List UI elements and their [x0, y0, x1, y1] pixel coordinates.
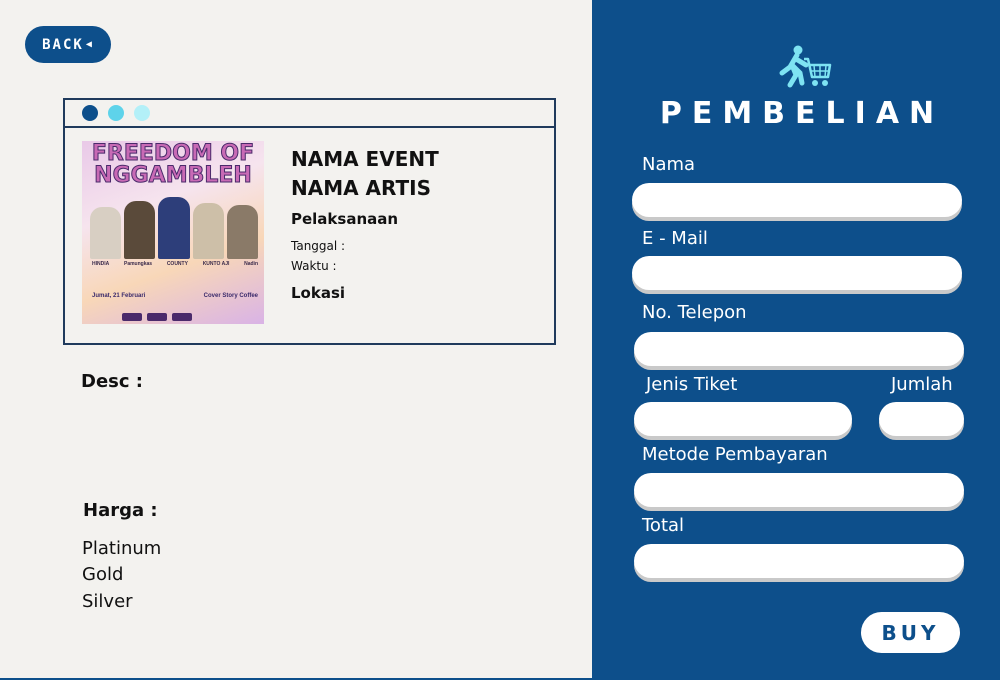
- window-title-bar: [65, 100, 554, 128]
- person-cart-icon: [779, 45, 832, 88]
- tanggal-label: Tanggal :: [291, 239, 346, 253]
- harga-label: Harga :: [83, 500, 158, 521]
- window-dot-icon: [108, 105, 124, 121]
- telepon-label: No. Telepon: [642, 302, 747, 323]
- metode-pembayaran-field[interactable]: [634, 473, 964, 507]
- metode-label: Metode Pembayaran: [642, 444, 828, 465]
- lokasi-heading: Lokasi: [291, 284, 346, 302]
- nama-label: Nama: [642, 154, 696, 175]
- pelaksanaan-heading: Pelaksanaan: [291, 210, 399, 228]
- total-field[interactable]: [634, 544, 964, 578]
- jumlah-field[interactable]: [879, 402, 964, 436]
- window-dot-icon: [134, 105, 150, 121]
- event-title: NAMA EVENT NAMA ARTIS: [291, 145, 439, 203]
- poster-performer-names: HINDIA Pamungkas COUNTY KUNTO AJI Nadin: [92, 261, 258, 267]
- email-field[interactable]: [632, 256, 962, 290]
- event-poster-image: FREEDOM OF NGGAMBLEH HINDIA Pamungkas CO…: [82, 141, 264, 324]
- tier-platinum: Platinum: [82, 538, 162, 559]
- artist-name: NAMA ARTIS: [291, 176, 432, 200]
- telepon-field[interactable]: [634, 332, 964, 366]
- triangle-left-icon: ◀: [85, 39, 94, 50]
- poster-tags: [122, 313, 192, 321]
- total-label: Total: [642, 515, 685, 536]
- jenis-tiket-label: Jenis Tiket: [646, 374, 738, 395]
- waktu-label: Waktu :: [291, 259, 337, 273]
- email-label: E - Mail: [642, 228, 708, 249]
- window-dot-icon: [82, 105, 98, 121]
- tier-silver: Silver: [82, 591, 133, 612]
- nama-field[interactable]: [632, 183, 962, 217]
- desc-label: Desc :: [81, 371, 143, 392]
- buy-button[interactable]: BUY: [861, 612, 960, 653]
- event-name: NAMA EVENT: [291, 147, 439, 171]
- jumlah-label: Jumlah: [891, 374, 953, 395]
- tier-gold: Gold: [82, 564, 124, 585]
- purchase-title: PEMBELIAN: [659, 96, 945, 131]
- poster-title: FREEDOM OF NGGAMBLEH: [91, 141, 255, 188]
- back-button[interactable]: BACK ◀: [25, 26, 111, 63]
- jenis-tiket-field[interactable]: [634, 402, 852, 436]
- back-button-label: BACK: [42, 36, 84, 53]
- poster-performers-photo: [90, 197, 259, 259]
- poster-date-venue: Jumat, 21 Februari Cover Story Coffee: [92, 293, 258, 299]
- event-card: FREEDOM OF NGGAMBLEH HINDIA Pamungkas CO…: [63, 98, 556, 345]
